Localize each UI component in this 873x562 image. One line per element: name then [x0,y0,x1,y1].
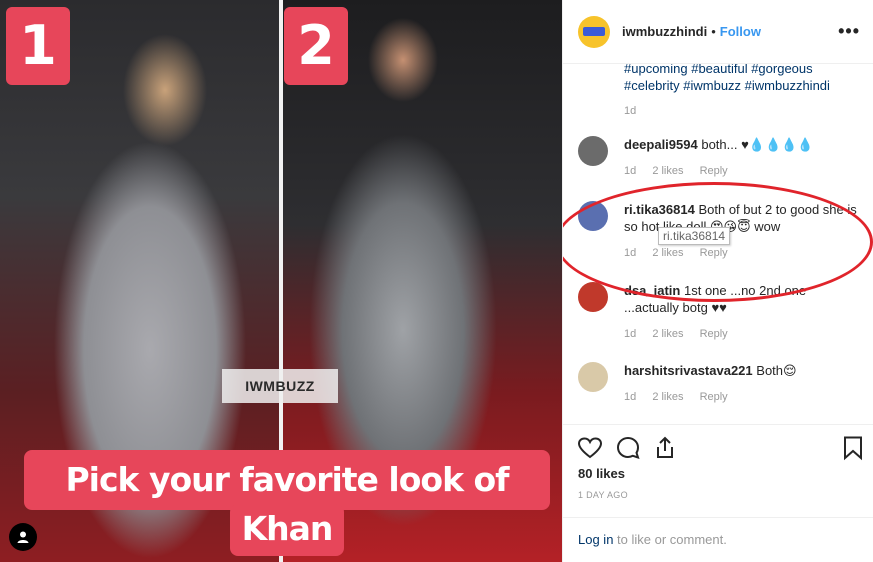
reply-button[interactable]: Reply [700,328,728,340]
comment-likes[interactable]: 2 likes [652,391,683,403]
comment-likes[interactable]: 2 likes [652,247,683,259]
comments-list[interactable]: #upcoming #beautiful #gorgeous #celebrit… [563,64,873,424]
comment-username[interactable]: dsa_jatin [624,283,680,298]
reply-button[interactable]: Reply [700,247,728,259]
image-caption-line-2: Khan [230,504,344,556]
header-separator: • [711,24,716,39]
comment-likes[interactable]: 2 likes [652,328,683,340]
reply-button[interactable]: Reply [700,165,728,177]
comment-username[interactable]: deepali9594 [624,137,698,152]
heart-icon[interactable] [577,435,603,461]
comment-time: 1d [624,328,637,340]
post-side-panel: iwmbuzzhindi • Follow ••• #upcoming #bea… [562,0,873,562]
caption-hashtags[interactable]: #upcoming #beautiful #gorgeous #celebrit… [624,64,864,94]
login-link[interactable]: Log in [578,532,613,547]
comment-likes[interactable]: 2 likes [652,165,683,177]
badge-number-1: 1 [6,7,70,85]
badge-number-2: 2 [284,7,348,85]
avatar[interactable] [578,201,608,231]
comment-username[interactable]: harshitsrivastava221 [624,363,753,378]
comment-time: 1d [624,391,637,403]
comment-icon[interactable] [615,435,641,461]
follow-button[interactable]: Follow [720,24,761,39]
login-prompt: Log in to like or comment. [563,517,873,562]
comment-username[interactable]: ri.tika36814 [624,202,695,217]
more-options-icon[interactable]: ••• [838,22,860,40]
share-icon[interactable] [652,435,678,461]
avatar[interactable] [578,362,608,392]
reply-button[interactable]: Reply [700,391,728,403]
avatar[interactable] [578,15,610,48]
post-image[interactable]: 1 2 IWMBUZZ Pick your favorite look of H… [0,0,562,562]
avatar[interactable] [578,136,608,166]
posted-time: 1 DAY AGO [578,490,628,500]
user-tag-icon[interactable] [9,523,37,551]
caption-time: 1d [624,105,637,117]
comment-text: Both😌 [756,363,797,378]
comment-time: 1d [624,247,637,259]
image-caption-line-1: Pick your favorite look of Hina [24,450,550,559]
avatar[interactable] [578,282,608,312]
login-prompt-text: to like or comment. [613,532,727,547]
header-username[interactable]: iwmbuzzhindi [622,24,707,39]
action-bar: 80 likes 1 DAY AGO Log in to like or com… [563,424,873,562]
post-header: iwmbuzzhindi • Follow ••• [563,0,873,64]
comment-time: 1d [624,165,637,177]
likes-count[interactable]: 80 likes [578,466,625,481]
comment-text: both... ♥💧💧💧💧 [701,137,814,152]
watermark: IWMBUZZ [222,369,338,403]
bookmark-icon[interactable] [840,435,866,461]
username-tooltip: ri.tika36814 [658,227,731,245]
